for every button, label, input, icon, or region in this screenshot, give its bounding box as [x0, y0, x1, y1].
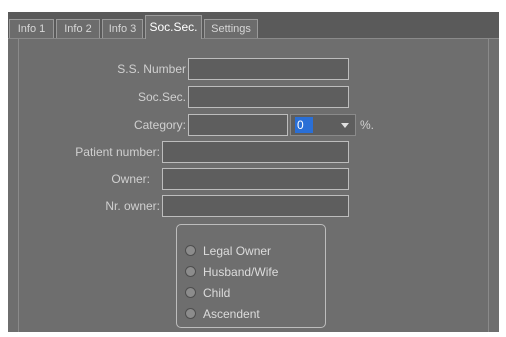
patient-number-field[interactable]	[162, 141, 349, 163]
tab-info-1[interactable]: Info 1	[9, 19, 54, 38]
ss-number-label: S.S. Number	[117, 62, 186, 76]
category-percent-value: 0	[295, 117, 313, 133]
patient-number-label: Patient number:	[75, 145, 160, 159]
radio-button-icon[interactable]	[185, 266, 196, 277]
tab-info-2[interactable]: Info 2	[56, 19, 100, 38]
socsec-field[interactable]	[188, 86, 349, 108]
tab-soc-sec[interactable]: Soc.Sec.	[145, 15, 202, 39]
category-label: Category:	[133, 118, 186, 132]
radio-button-icon[interactable]	[185, 245, 196, 256]
owner-label: Owner:	[111, 172, 150, 186]
radio-label: Child	[203, 286, 231, 300]
tab-settings[interactable]: Settings	[204, 19, 258, 38]
percent-unit-label: %.	[360, 118, 375, 132]
owner-type-radio-group: Legal Owner Husband/Wife Child Ascendent	[176, 224, 326, 328]
category-field[interactable]	[188, 114, 288, 136]
radio-label: Husband/Wife	[203, 265, 279, 279]
owner-field[interactable]	[162, 168, 349, 190]
nr-owner-field[interactable]	[162, 195, 349, 217]
category-percent-select[interactable]: 0	[290, 114, 356, 136]
radio-button-icon[interactable]	[185, 308, 196, 319]
socsec-label: Soc.Sec.	[137, 90, 186, 104]
ss-number-field[interactable]	[188, 58, 349, 80]
radio-button-icon[interactable]	[185, 287, 196, 298]
nr-owner-label: Nr. owner:	[105, 199, 160, 213]
tab-info-3[interactable]: Info 3	[102, 19, 143, 38]
radio-label: Legal Owner	[203, 244, 272, 258]
radio-label: Ascendent	[203, 307, 260, 321]
tab-bar: Info 1 Info 2 Info 3 Soc.Sec. Settings	[8, 12, 499, 39]
chevron-down-icon	[341, 123, 349, 128]
